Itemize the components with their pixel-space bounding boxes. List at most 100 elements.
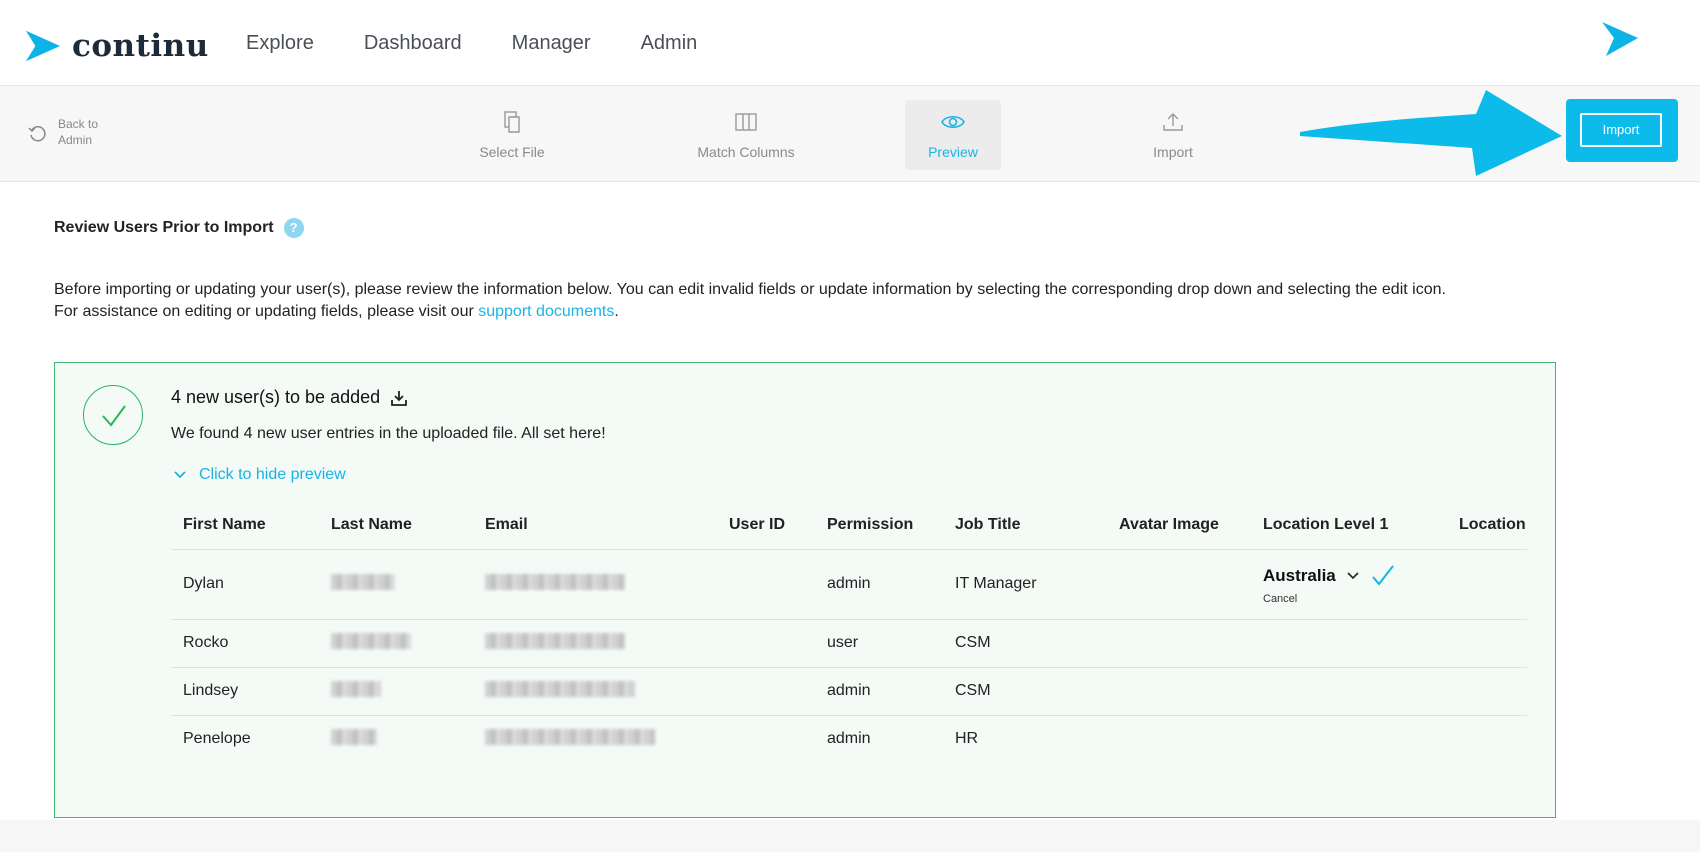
cell-first-name: Penelope bbox=[183, 730, 251, 748]
cell-user-id bbox=[717, 619, 815, 668]
cell-last-name-redacted bbox=[319, 715, 473, 763]
users-table: First Name Last Name Email User ID Permi… bbox=[171, 501, 1527, 763]
upload-icon bbox=[1163, 113, 1183, 131]
table-row[interactable]: Lindsey admin CSM bbox=[171, 667, 1527, 716]
cell-avatar bbox=[1107, 667, 1251, 716]
import-button[interactable]: Import bbox=[1580, 113, 1662, 147]
cell-job-title: HR bbox=[955, 730, 979, 748]
download-icon[interactable] bbox=[390, 389, 408, 407]
card-subtext: We found 4 new user entries in the uploa… bbox=[171, 425, 606, 442]
corner-logo-icon[interactable] bbox=[1600, 20, 1640, 60]
cell-first-name: Rocko bbox=[171, 619, 319, 668]
back-rotate-icon bbox=[28, 126, 46, 142]
cell-email-redacted bbox=[473, 715, 717, 763]
eye-icon bbox=[941, 115, 965, 129]
table-header-row: First Name Last Name Email User ID Permi… bbox=[171, 501, 1527, 550]
cancel-edit-link[interactable]: Cancel bbox=[1263, 593, 1447, 605]
back-to-admin-link[interactable]: Back to Admin bbox=[28, 116, 108, 148]
step-match-columns[interactable]: Match Columns bbox=[697, 100, 795, 170]
success-circle bbox=[83, 385, 143, 445]
cell-permission: admin bbox=[827, 730, 871, 748]
confirm-check-icon[interactable] bbox=[1370, 563, 1396, 589]
cell-job-title: IT Manager bbox=[943, 549, 1107, 620]
cell-user-id bbox=[717, 715, 815, 763]
cell-location-level-1 bbox=[1251, 619, 1447, 668]
cell-user-id bbox=[717, 667, 815, 716]
cell-permission: admin bbox=[815, 549, 943, 620]
cell-location bbox=[1447, 667, 1527, 716]
location-editor-row: Australia bbox=[1263, 563, 1447, 589]
columns-icon bbox=[735, 113, 757, 131]
card-heading: 4 new user(s) to be added bbox=[171, 387, 408, 408]
cell-location bbox=[1447, 549, 1527, 620]
intro-line-2: For assistance on editing or updating fi… bbox=[54, 301, 1654, 323]
col-email[interactable]: Email bbox=[473, 501, 717, 550]
intro-line-2-suffix: . bbox=[614, 303, 619, 320]
col-user-id[interactable]: User ID bbox=[717, 501, 815, 550]
file-copy-icon bbox=[504, 111, 520, 133]
col-location-level-1[interactable]: Location Level 1 bbox=[1251, 501, 1447, 550]
col-last-name[interactable]: Last Name bbox=[319, 501, 473, 550]
cell-location-level-1 bbox=[1251, 715, 1447, 763]
col-job-title[interactable]: Job Title bbox=[943, 501, 1107, 550]
cell-permission: admin bbox=[815, 667, 943, 716]
intro-line-2-prefix: For assistance on editing or updating fi… bbox=[54, 303, 479, 320]
col-first-name[interactable]: First Name bbox=[171, 501, 319, 550]
cell-user-id bbox=[717, 549, 815, 620]
cell-email-redacted bbox=[473, 667, 717, 716]
top-navigation: continu Explore Dashboard Manager Admin bbox=[0, 0, 1700, 86]
cell-location bbox=[1447, 715, 1527, 763]
hide-preview-toggle[interactable]: Click to hide preview bbox=[173, 466, 346, 484]
table-row[interactable]: Dylan admin IT Manager Australia Cancel bbox=[171, 549, 1527, 620]
cell-permission: user bbox=[815, 619, 943, 668]
cell-job-title: CSM bbox=[943, 667, 1107, 716]
cell-avatar bbox=[1107, 619, 1251, 668]
card-heading-text: 4 new user(s) to be added bbox=[171, 387, 381, 407]
chevron-down-icon bbox=[174, 471, 186, 479]
step-select-file[interactable]: Select File bbox=[464, 100, 560, 170]
step-label: Select File bbox=[479, 144, 545, 160]
cell-location bbox=[1447, 619, 1527, 668]
location-editor: Australia Cancel bbox=[1263, 563, 1447, 605]
users-table-wrapper: First Name Last Name Email User ID Permi… bbox=[171, 501, 1527, 801]
cell-last-name-redacted bbox=[319, 667, 473, 716]
nav-manager[interactable]: Manager bbox=[512, 32, 591, 55]
intro-line-1: Before importing or updating your user(s… bbox=[54, 281, 1446, 298]
continu-logo[interactable]: continu bbox=[24, 26, 209, 66]
back-label: Back to Admin bbox=[58, 117, 99, 147]
page-title: Review Users Prior to Import ? bbox=[54, 218, 304, 238]
cell-last-name-redacted bbox=[319, 549, 473, 620]
col-avatar-image[interactable]: Avatar Image bbox=[1107, 501, 1251, 550]
step-label: Import bbox=[1153, 144, 1193, 160]
intro-text: Before importing or updating your user(s… bbox=[54, 279, 1654, 323]
table-row[interactable]: Penelope admin HR bbox=[171, 715, 1527, 763]
chevron-down-icon[interactable] bbox=[1346, 569, 1360, 583]
col-permission[interactable]: Permission bbox=[815, 501, 943, 550]
page-footer-area bbox=[0, 820, 1700, 852]
cell-location-level-1: Australia Cancel bbox=[1251, 549, 1447, 620]
location-select[interactable]: Australia bbox=[1263, 566, 1336, 586]
cell-avatar bbox=[1107, 549, 1251, 620]
col-location[interactable]: Location bbox=[1447, 501, 1527, 550]
cell-first-name: Dylan bbox=[171, 549, 319, 620]
help-icon[interactable]: ? bbox=[283, 218, 304, 238]
callout-arrow-icon bbox=[1300, 90, 1562, 176]
page-title-text: Review Users Prior to Import bbox=[54, 219, 274, 236]
step-import[interactable]: Import bbox=[1125, 100, 1221, 170]
nav-admin[interactable]: Admin bbox=[641, 32, 698, 55]
logo-text: continu bbox=[72, 28, 209, 64]
nav-dashboard[interactable]: Dashboard bbox=[364, 32, 462, 55]
new-users-card: 4 new user(s) to be added We found 4 new… bbox=[54, 362, 1556, 818]
logo-arrow-icon bbox=[25, 30, 61, 62]
cell-job-title: CSM bbox=[943, 619, 1107, 668]
main-nav: Explore Dashboard Manager Admin bbox=[246, 32, 697, 55]
support-documents-link[interactable]: support documents bbox=[478, 303, 614, 320]
nav-explore[interactable]: Explore bbox=[246, 32, 314, 55]
checkmark-icon bbox=[102, 405, 126, 427]
cell-avatar bbox=[1107, 715, 1251, 763]
step-label: Match Columns bbox=[697, 144, 795, 160]
step-preview[interactable]: Preview bbox=[905, 100, 1001, 170]
cell-email-redacted bbox=[473, 619, 717, 668]
table-row[interactable]: Rocko user CSM bbox=[171, 619, 1527, 668]
cell-first-name: Lindsey bbox=[171, 667, 319, 716]
